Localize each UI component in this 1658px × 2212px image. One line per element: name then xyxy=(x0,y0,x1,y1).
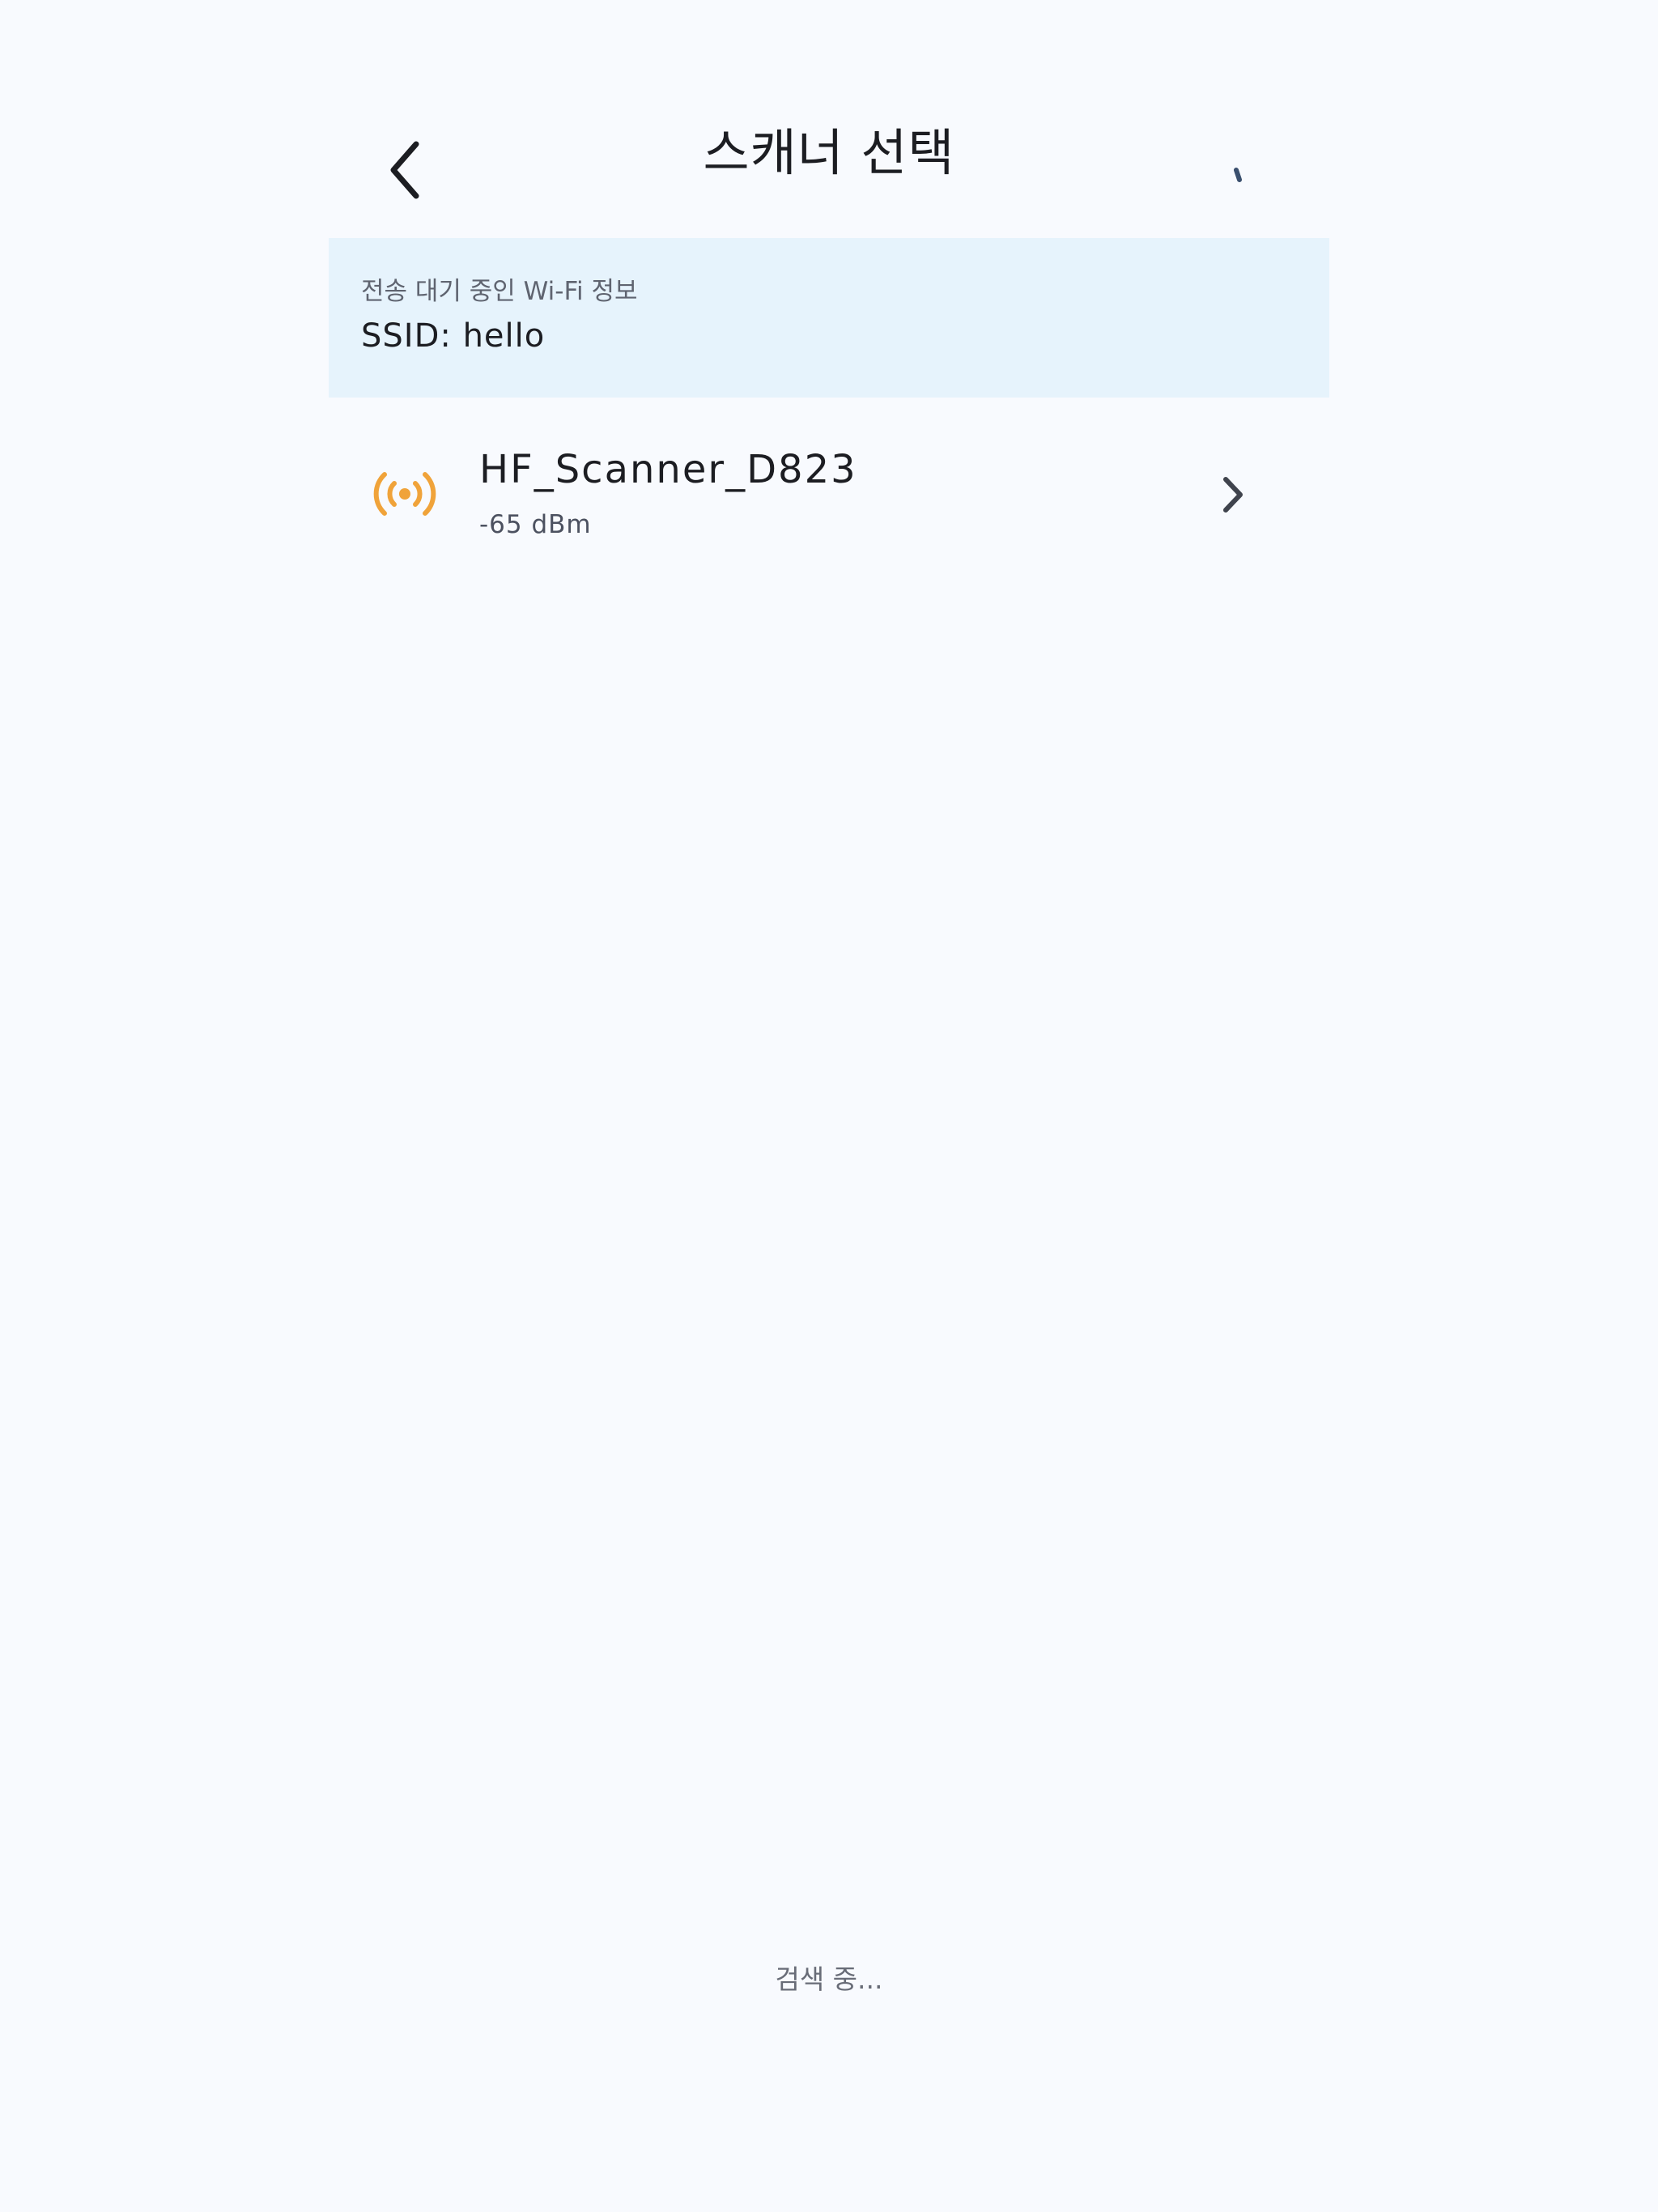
broadcast-signal-icon xyxy=(373,472,436,516)
wifi-info-panel: 전송 대기 중인 Wi-Fi 정보 SSID: hello xyxy=(329,238,1329,398)
wifi-info-caption: 전송 대기 중인 Wi-Fi 정보 xyxy=(361,277,638,306)
searching-status: 검색 중... xyxy=(775,1963,883,1995)
page-title: 스캐너 선택 xyxy=(703,123,955,182)
scanner-list-item[interactable]: HF_Scanner_D823 -65 dBm xyxy=(329,429,1329,559)
header: 스캐너 선택 xyxy=(329,105,1329,219)
scanner-signal-strength: -65 dBm xyxy=(479,510,592,539)
wifi-ssid: SSID: hello xyxy=(361,317,546,355)
scanner-name: HF_Scanner_D823 xyxy=(479,447,857,492)
scanner-select-screen: 스캐너 선택 전송 대기 중인 Wi-Fi 정보 SSID: hello HF_… xyxy=(0,0,1658,2212)
spinner-icon xyxy=(1234,168,1242,182)
chevron-right-icon xyxy=(1223,477,1243,513)
